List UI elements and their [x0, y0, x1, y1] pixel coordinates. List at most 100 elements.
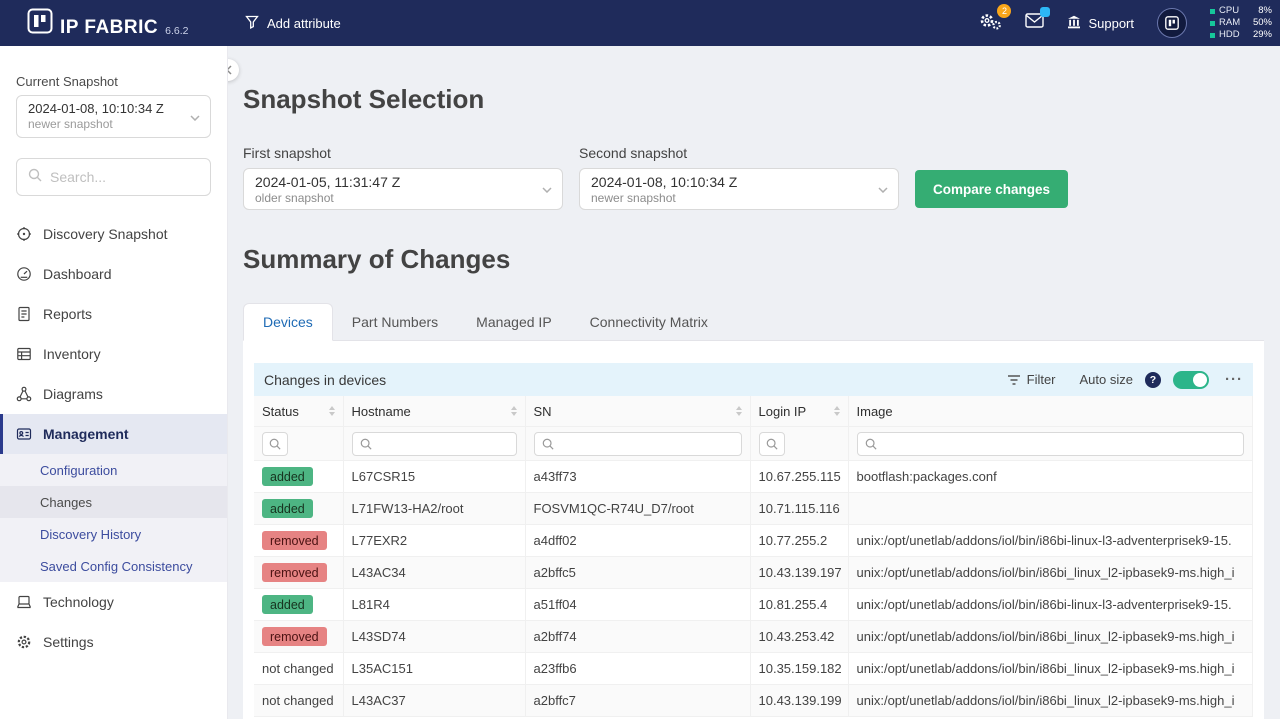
- login-ip-cell: 10.71.115.116: [750, 493, 848, 525]
- sidebar-item-discovery-snapshot[interactable]: Discovery Snapshot: [0, 214, 227, 254]
- dashboard-icon: [16, 266, 32, 282]
- column-header-login-ip[interactable]: Login IP: [750, 396, 848, 427]
- second-snapshot-picker: Second snapshot 2024-01-08, 10:10:34 Z n…: [579, 145, 899, 210]
- image-cell: unix:/opt/unetlab/addons/iol/bin/i86bi_l…: [848, 685, 1253, 717]
- column-header-status[interactable]: Status: [254, 396, 343, 427]
- image-filter-input[interactable]: [857, 432, 1245, 456]
- hostname-cell: L43SD74: [343, 621, 525, 653]
- login-ip-cell: 10.43.139.197: [750, 557, 848, 589]
- diagrams-icon: [16, 386, 32, 402]
- status-badge: removed: [262, 531, 327, 550]
- tab-connectivity-matrix[interactable]: Connectivity Matrix: [571, 303, 727, 340]
- column-header-sn[interactable]: SN: [525, 396, 750, 427]
- widget-title: Changes in devices: [264, 372, 386, 388]
- status-badge: added: [262, 467, 313, 486]
- table-filter-row: [254, 427, 1253, 461]
- status-cell: added: [254, 461, 343, 493]
- sidebar-item-configuration[interactable]: Configuration: [0, 454, 227, 486]
- table-row[interactable]: not changed L43AC37 a2bffc7 10.43.139.19…: [254, 685, 1253, 717]
- second-snapshot-select[interactable]: 2024-01-08, 10:10:34 Z newer snapshot: [579, 168, 899, 210]
- table-row[interactable]: removed L77EXR2 a4dff02 10.77.255.2 unix…: [254, 525, 1253, 557]
- auto-size-toggle[interactable]: [1173, 371, 1209, 389]
- table-row[interactable]: added L81R4 a51ff04 10.81.255.4 unix:/op…: [254, 589, 1253, 621]
- sidebar-item-changes[interactable]: Changes: [0, 486, 227, 518]
- sn-cell: a23ffb6: [525, 653, 750, 685]
- hostname-cell: L35AC151: [343, 653, 525, 685]
- tab-devices[interactable]: Devices: [243, 303, 333, 341]
- help-icon[interactable]: ?: [1145, 372, 1161, 388]
- sidebar-item-management[interactable]: Management: [0, 414, 227, 454]
- sidebar-search[interactable]: [16, 158, 211, 196]
- image-cell: unix:/opt/unetlab/addons/iol/bin/i86bi-l…: [848, 525, 1253, 557]
- system-gears-button[interactable]: 2: [978, 11, 1002, 36]
- sidebar-collapse-button[interactable]: [228, 59, 239, 81]
- sn-filter-input[interactable]: [534, 432, 742, 456]
- toggle-knob: [1193, 373, 1207, 387]
- table-row[interactable]: added L71FW13-HA2/root FOSVM1QC-R74U_D7/…: [254, 493, 1253, 525]
- page-title: Snapshot Selection: [243, 84, 1264, 115]
- table-row[interactable]: removed L43SD74 a2bff74 10.43.253.42 uni…: [254, 621, 1253, 653]
- hdd-stat: HDD 29%: [1210, 30, 1272, 40]
- support-button[interactable]: Support: [1067, 15, 1134, 32]
- devices-card: Changes in devices Filter Auto size ? ··…: [243, 341, 1264, 719]
- first-snapshot-select[interactable]: 2024-01-05, 11:31:47 Z older snapshot: [243, 168, 563, 210]
- hostname-cell: L81R4: [343, 589, 525, 621]
- current-snapshot-sub: newer snapshot: [28, 117, 184, 132]
- sidebar-item-reports[interactable]: Reports: [0, 294, 227, 334]
- table-row[interactable]: added L67CSR15 a43ff73 10.67.255.115 boo…: [254, 461, 1253, 493]
- status-text: not changed: [262, 693, 334, 708]
- status-cell: removed: [254, 525, 343, 557]
- sidebar-item-technology[interactable]: Technology: [0, 582, 227, 622]
- current-snapshot-label: Current Snapshot: [16, 74, 211, 89]
- search-icon: [766, 438, 778, 450]
- search-input[interactable]: [50, 169, 228, 185]
- status-badge: added: [262, 499, 313, 518]
- cpu-stat: CPU 8%: [1210, 6, 1272, 16]
- login-ip-cell: 10.43.253.42: [750, 621, 848, 653]
- sidebar-item-discovery-history[interactable]: Discovery History: [0, 518, 227, 550]
- hdd-dot-icon: [1210, 33, 1215, 38]
- sidebar-item-diagrams[interactable]: Diagrams: [0, 374, 227, 414]
- login-ip-cell: 10.77.255.2: [750, 525, 848, 557]
- column-header-hostname[interactable]: Hostname: [343, 396, 525, 427]
- system-stats: CPU 8% RAM 50% HDD 29%: [1210, 6, 1272, 40]
- hostname-filter-input[interactable]: [352, 432, 517, 456]
- column-header-image[interactable]: Image: [848, 396, 1253, 427]
- compare-changes-button[interactable]: Compare changes: [915, 170, 1068, 208]
- current-snapshot-select[interactable]: 2024-01-08, 10:10:34 Z newer snapshot: [16, 95, 211, 138]
- add-attribute-button[interactable]: Add attribute: [228, 15, 341, 32]
- sidebar-item-settings[interactable]: Settings: [0, 622, 227, 662]
- sort-icon: [730, 406, 742, 416]
- more-options-button[interactable]: ···: [1225, 371, 1243, 388]
- table-row[interactable]: not changed L35AC151 a23ffb6 10.35.159.1…: [254, 653, 1253, 685]
- login-ip-filter-input[interactable]: [759, 432, 785, 456]
- auto-size-label: Auto size: [1080, 372, 1133, 387]
- user-avatar[interactable]: [1157, 8, 1187, 38]
- snapshot-pickers: First snapshot 2024-01-05, 11:31:47 Z ol…: [243, 145, 1264, 210]
- sidebar-item-inventory[interactable]: Inventory: [0, 334, 227, 374]
- chevron-down-icon: [542, 180, 552, 198]
- mail-button[interactable]: [1025, 13, 1044, 33]
- search-icon: [360, 438, 372, 450]
- chevron-down-icon: [878, 180, 888, 198]
- image-cell: unix:/opt/unetlab/addons/iol/bin/i86bi_l…: [848, 653, 1253, 685]
- sidebar-item-dashboard[interactable]: Dashboard: [0, 254, 227, 294]
- filter-button[interactable]: Filter: [1007, 372, 1056, 387]
- brand-name: IP FABRIC: [60, 17, 158, 39]
- status-filter-input[interactable]: [262, 432, 288, 456]
- sidebar-item-saved-config-consistency[interactable]: Saved Config Consistency: [0, 550, 227, 582]
- status-badge: removed: [262, 627, 327, 646]
- technology-icon: [16, 594, 32, 610]
- devices-table: Status Hostname SN Login IP Image added: [254, 396, 1253, 717]
- filter-lines-icon: [1007, 374, 1021, 386]
- tab-managed-ip[interactable]: Managed IP: [457, 303, 571, 340]
- sort-icon: [505, 406, 517, 416]
- login-ip-cell: 10.43.139.199: [750, 685, 848, 717]
- image-cell: unix:/opt/unetlab/addons/iol/bin/i86bi_l…: [848, 621, 1253, 653]
- summary-tabs: Devices Part Numbers Managed IP Connecti…: [243, 303, 1264, 341]
- image-cell: bootflash:packages.conf: [848, 461, 1253, 493]
- summary-title: Summary of Changes: [243, 244, 1264, 275]
- hostname-cell: L43AC37: [343, 685, 525, 717]
- table-row[interactable]: removed L43AC34 a2bffc5 10.43.139.197 un…: [254, 557, 1253, 589]
- tab-part-numbers[interactable]: Part Numbers: [333, 303, 457, 340]
